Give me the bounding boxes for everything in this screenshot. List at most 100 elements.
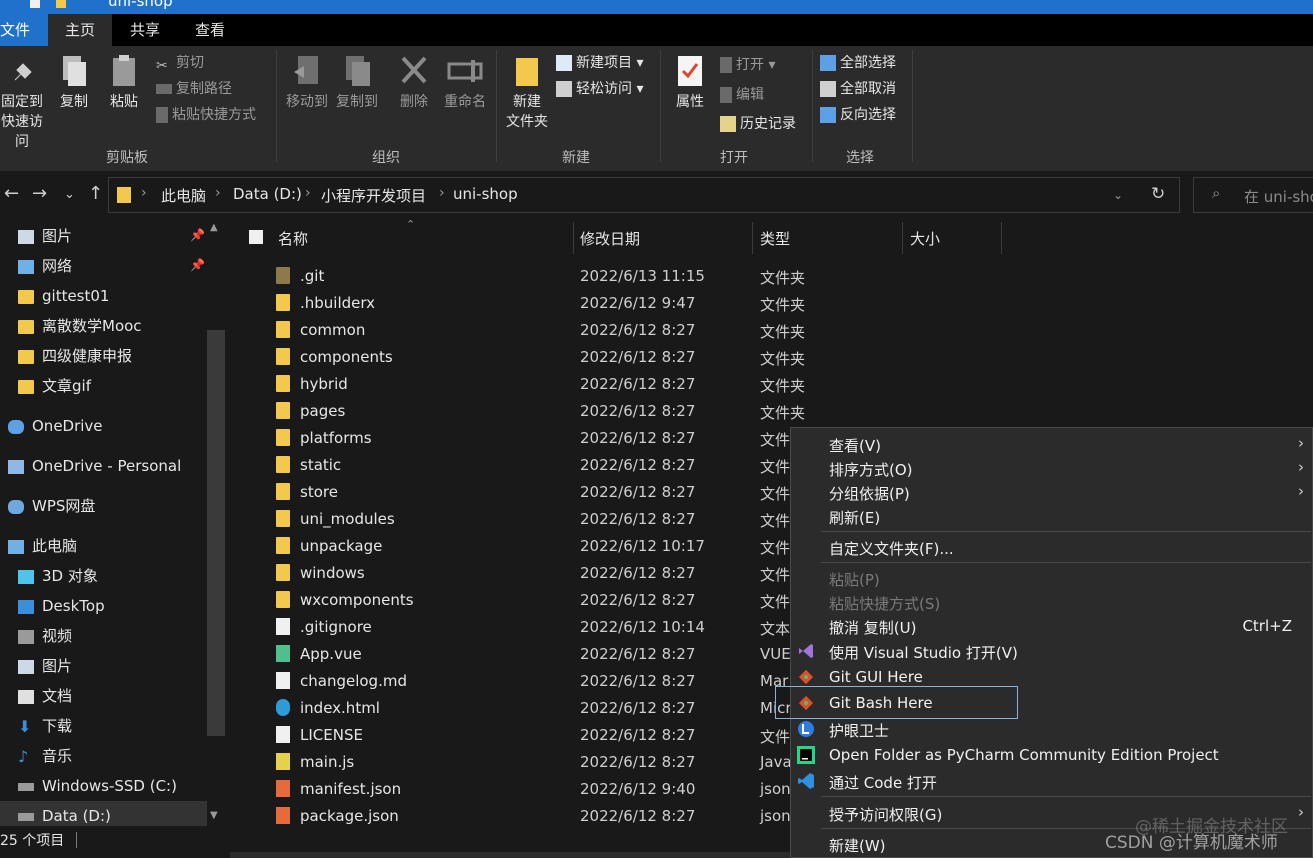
nav-item-documents[interactable]: 文档 — [18, 681, 72, 711]
table-row[interactable]: manifest.json 2022/6/12 9:40 json — [270, 776, 810, 803]
paste-shortcut-button[interactable]: 粘贴快捷方式 — [156, 104, 256, 126]
column-header-name[interactable]: 名称 — [278, 228, 308, 249]
column-divider[interactable] — [1001, 222, 1002, 254]
table-row[interactable]: common 2022/6/12 8:27 文件夹 — [270, 317, 810, 344]
select-all-button[interactable]: 全部选择 — [820, 52, 896, 74]
edit-button[interactable]: 编辑 — [720, 84, 764, 106]
nav-item-pictures-pinned[interactable]: 图片 — [18, 221, 72, 251]
table-row[interactable]: changelog.md 2022/6/12 8:27 Mar — [270, 668, 810, 695]
nav-item-wps-drive[interactable]: WPS网盘 — [8, 491, 95, 521]
nav-item-onedrive[interactable]: OneDrive — [8, 411, 103, 441]
history-button[interactable]: 历史记录 — [720, 113, 796, 135]
nav-item-videos[interactable]: 视频 — [18, 621, 72, 651]
forward-arrow-icon[interactable]: → — [32, 183, 47, 204]
up-arrow-icon[interactable]: ↑ — [88, 183, 103, 204]
menu-item-pycharm[interactable]: Open Folder as PyCharm Community Edition… — [791, 743, 1313, 767]
address-bar[interactable]: › 此电脑 › Data (D:) › 小程序开发项目 › uni-shop ⌄… — [108, 177, 1180, 213]
refresh-icon[interactable]: ↻ — [1151, 184, 1165, 204]
recent-locations-chevron-icon[interactable]: ⌄ — [64, 187, 75, 202]
menu-item-refresh[interactable]: 刷新(E) — [791, 504, 1313, 528]
tab-file[interactable]: 文件 — [0, 14, 48, 46]
horizontal-scrollbar[interactable] — [230, 852, 790, 858]
column-header-size[interactable]: 大小 — [910, 228, 940, 249]
nav-item-onedrive-personal[interactable]: OneDrive - Personal — [8, 451, 181, 481]
table-row[interactable]: windows 2022/6/12 8:27 文件 — [270, 560, 810, 587]
column-divider[interactable] — [752, 222, 753, 254]
table-row[interactable]: platforms 2022/6/12 8:27 文件 — [270, 425, 810, 452]
tab-home[interactable]: 主页 — [48, 14, 112, 46]
nav-item-pictures[interactable]: 图片 — [18, 651, 72, 681]
menu-item-customize-folder[interactable]: 自定义文件夹(F)... — [791, 535, 1313, 559]
new-folder-button[interactable]: 新建 文件夹 — [502, 54, 552, 132]
nav-item-downloads[interactable]: ⬇ 下载 — [18, 711, 72, 741]
table-row[interactable]: main.js 2022/6/12 8:27 Java — [270, 749, 810, 776]
nav-item-discrete-math[interactable]: 离散数学Mooc — [18, 311, 142, 341]
nav-item-3d-objects[interactable]: 3D 对象 — [18, 561, 98, 591]
table-row[interactable]: unpackage 2022/6/12 10:17 文件 — [270, 533, 810, 560]
menu-item-open-with-visual-studio[interactable]: 使用 Visual Studio 打开(V) — [791, 639, 1313, 663]
invert-selection-button[interactable]: 反向选择 — [820, 104, 896, 126]
new-item-button[interactable]: 新建项目 ▾ — [556, 52, 643, 74]
nav-item-cet4-health[interactable]: 四级健康申报 — [18, 341, 132, 371]
crumb-separator: › — [305, 185, 311, 201]
nav-item-windows-ssd[interactable]: Windows-SSD (C:) — [18, 771, 177, 801]
open-button[interactable]: 打开 ▾ — [720, 54, 775, 76]
paste-button[interactable]: 粘贴 — [106, 54, 142, 112]
address-dropdown-chevron-icon[interactable]: ⌄ — [1113, 188, 1123, 202]
table-row[interactable]: App.vue 2022/6/12 8:27 VUE — [270, 641, 810, 668]
table-row[interactable]: .gitignore 2022/6/12 10:14 文本 — [270, 614, 810, 641]
table-row[interactable]: static 2022/6/12 8:27 文件 — [270, 452, 810, 479]
easy-access-button[interactable]: 轻松访问 ▾ — [556, 78, 643, 100]
table-row[interactable]: .hbuilderx 2022/6/12 9:47 文件夹 — [270, 290, 810, 317]
cut-button[interactable]: ✂ 剪切 — [156, 52, 204, 74]
menu-item-group-by[interactable]: 分组依据(P) › — [791, 480, 1313, 504]
breadcrumb-this-pc[interactable]: 此电脑 — [161, 185, 206, 206]
delete-button[interactable]: 删除 — [396, 54, 432, 112]
table-row[interactable]: index.html 2022/6/12 8:27 Micr — [270, 695, 810, 722]
nav-item-music[interactable]: ♪ 音乐 — [18, 741, 72, 771]
nav-item-this-pc[interactable]: 此电脑 — [8, 531, 77, 561]
back-arrow-icon[interactable]: ← — [4, 183, 19, 204]
copy-button[interactable]: 复制 — [56, 54, 92, 112]
scroll-down-arrow-icon[interactable]: ▼ — [210, 810, 218, 821]
nav-scrollbar-thumb[interactable] — [207, 330, 225, 736]
menu-item-open-with-code[interactable]: 通过 Code 打开 — [791, 769, 1313, 793]
pin-quick-access-button[interactable]: 固定到 快速访问 — [0, 58, 48, 152]
table-row[interactable]: pages 2022/6/12 8:27 文件夹 — [270, 398, 810, 425]
table-row[interactable]: LICENSE 2022/6/12 8:27 文件 — [270, 722, 810, 749]
copy-path-button[interactable]: 复制路径 — [156, 78, 232, 100]
properties-button[interactable]: 属性 — [670, 54, 710, 112]
menu-item-undo-copy[interactable]: 撤消 复制(U) Ctrl+Z — [791, 614, 1313, 638]
breadcrumb-mini-program[interactable]: 小程序开发项目 — [321, 185, 426, 206]
tab-share[interactable]: 共享 — [120, 14, 170, 46]
breadcrumb-data-d[interactable]: Data (D:) — [233, 185, 302, 203]
menu-item-eye-guard[interactable]: 护眼卫士 — [791, 717, 1313, 741]
menu-item-view[interactable]: 查看(V) › — [791, 432, 1313, 456]
menu-item-paste-shortcut[interactable]: 粘贴快捷方式(S) — [791, 590, 1313, 614]
column-divider[interactable] — [573, 222, 574, 254]
select-none-button[interactable]: 全部取消 — [820, 78, 896, 100]
table-row[interactable]: components 2022/6/12 8:27 文件夹 — [270, 344, 810, 371]
menu-item-sort-by[interactable]: 排序方式(O) › — [791, 456, 1313, 480]
column-header-type[interactable]: 类型 — [760, 228, 790, 249]
nav-item-desktop[interactable]: DeskTop — [18, 591, 105, 621]
tab-view[interactable]: 查看 — [185, 14, 235, 46]
table-row[interactable]: uni_modules 2022/6/12 8:27 文件 — [270, 506, 810, 533]
table-row[interactable]: store 2022/6/12 8:27 文件 — [270, 479, 810, 506]
move-to-button[interactable]: 移动到 — [284, 54, 330, 112]
column-header-date[interactable]: 修改日期 — [580, 228, 640, 249]
table-row[interactable]: hybrid 2022/6/12 8:27 文件夹 — [270, 371, 810, 398]
scroll-up-arrow-icon[interactable]: ▲ — [210, 222, 218, 233]
nav-item-network[interactable]: 网络 — [18, 251, 72, 281]
select-all-checkbox[interactable] — [249, 230, 263, 244]
nav-item-gittest01[interactable]: gittest01 — [18, 281, 109, 311]
copy-to-button[interactable]: 复制到 — [334, 54, 380, 112]
search-input[interactable]: ⌕ 在 uni-shop — [1193, 177, 1313, 213]
column-divider[interactable] — [902, 222, 903, 254]
breadcrumb-uni-shop[interactable]: uni-shop — [453, 185, 518, 203]
rename-button[interactable]: 重命名 — [440, 54, 490, 112]
table-row[interactable]: wxcomponents 2022/6/12 8:27 文件 — [270, 587, 810, 614]
table-row[interactable]: .git 2022/6/13 11:15 文件夹 — [270, 263, 810, 290]
menu-item-paste[interactable]: 粘贴(P) — [791, 566, 1313, 590]
nav-item-article-gif[interactable]: 文章gif — [18, 371, 91, 401]
